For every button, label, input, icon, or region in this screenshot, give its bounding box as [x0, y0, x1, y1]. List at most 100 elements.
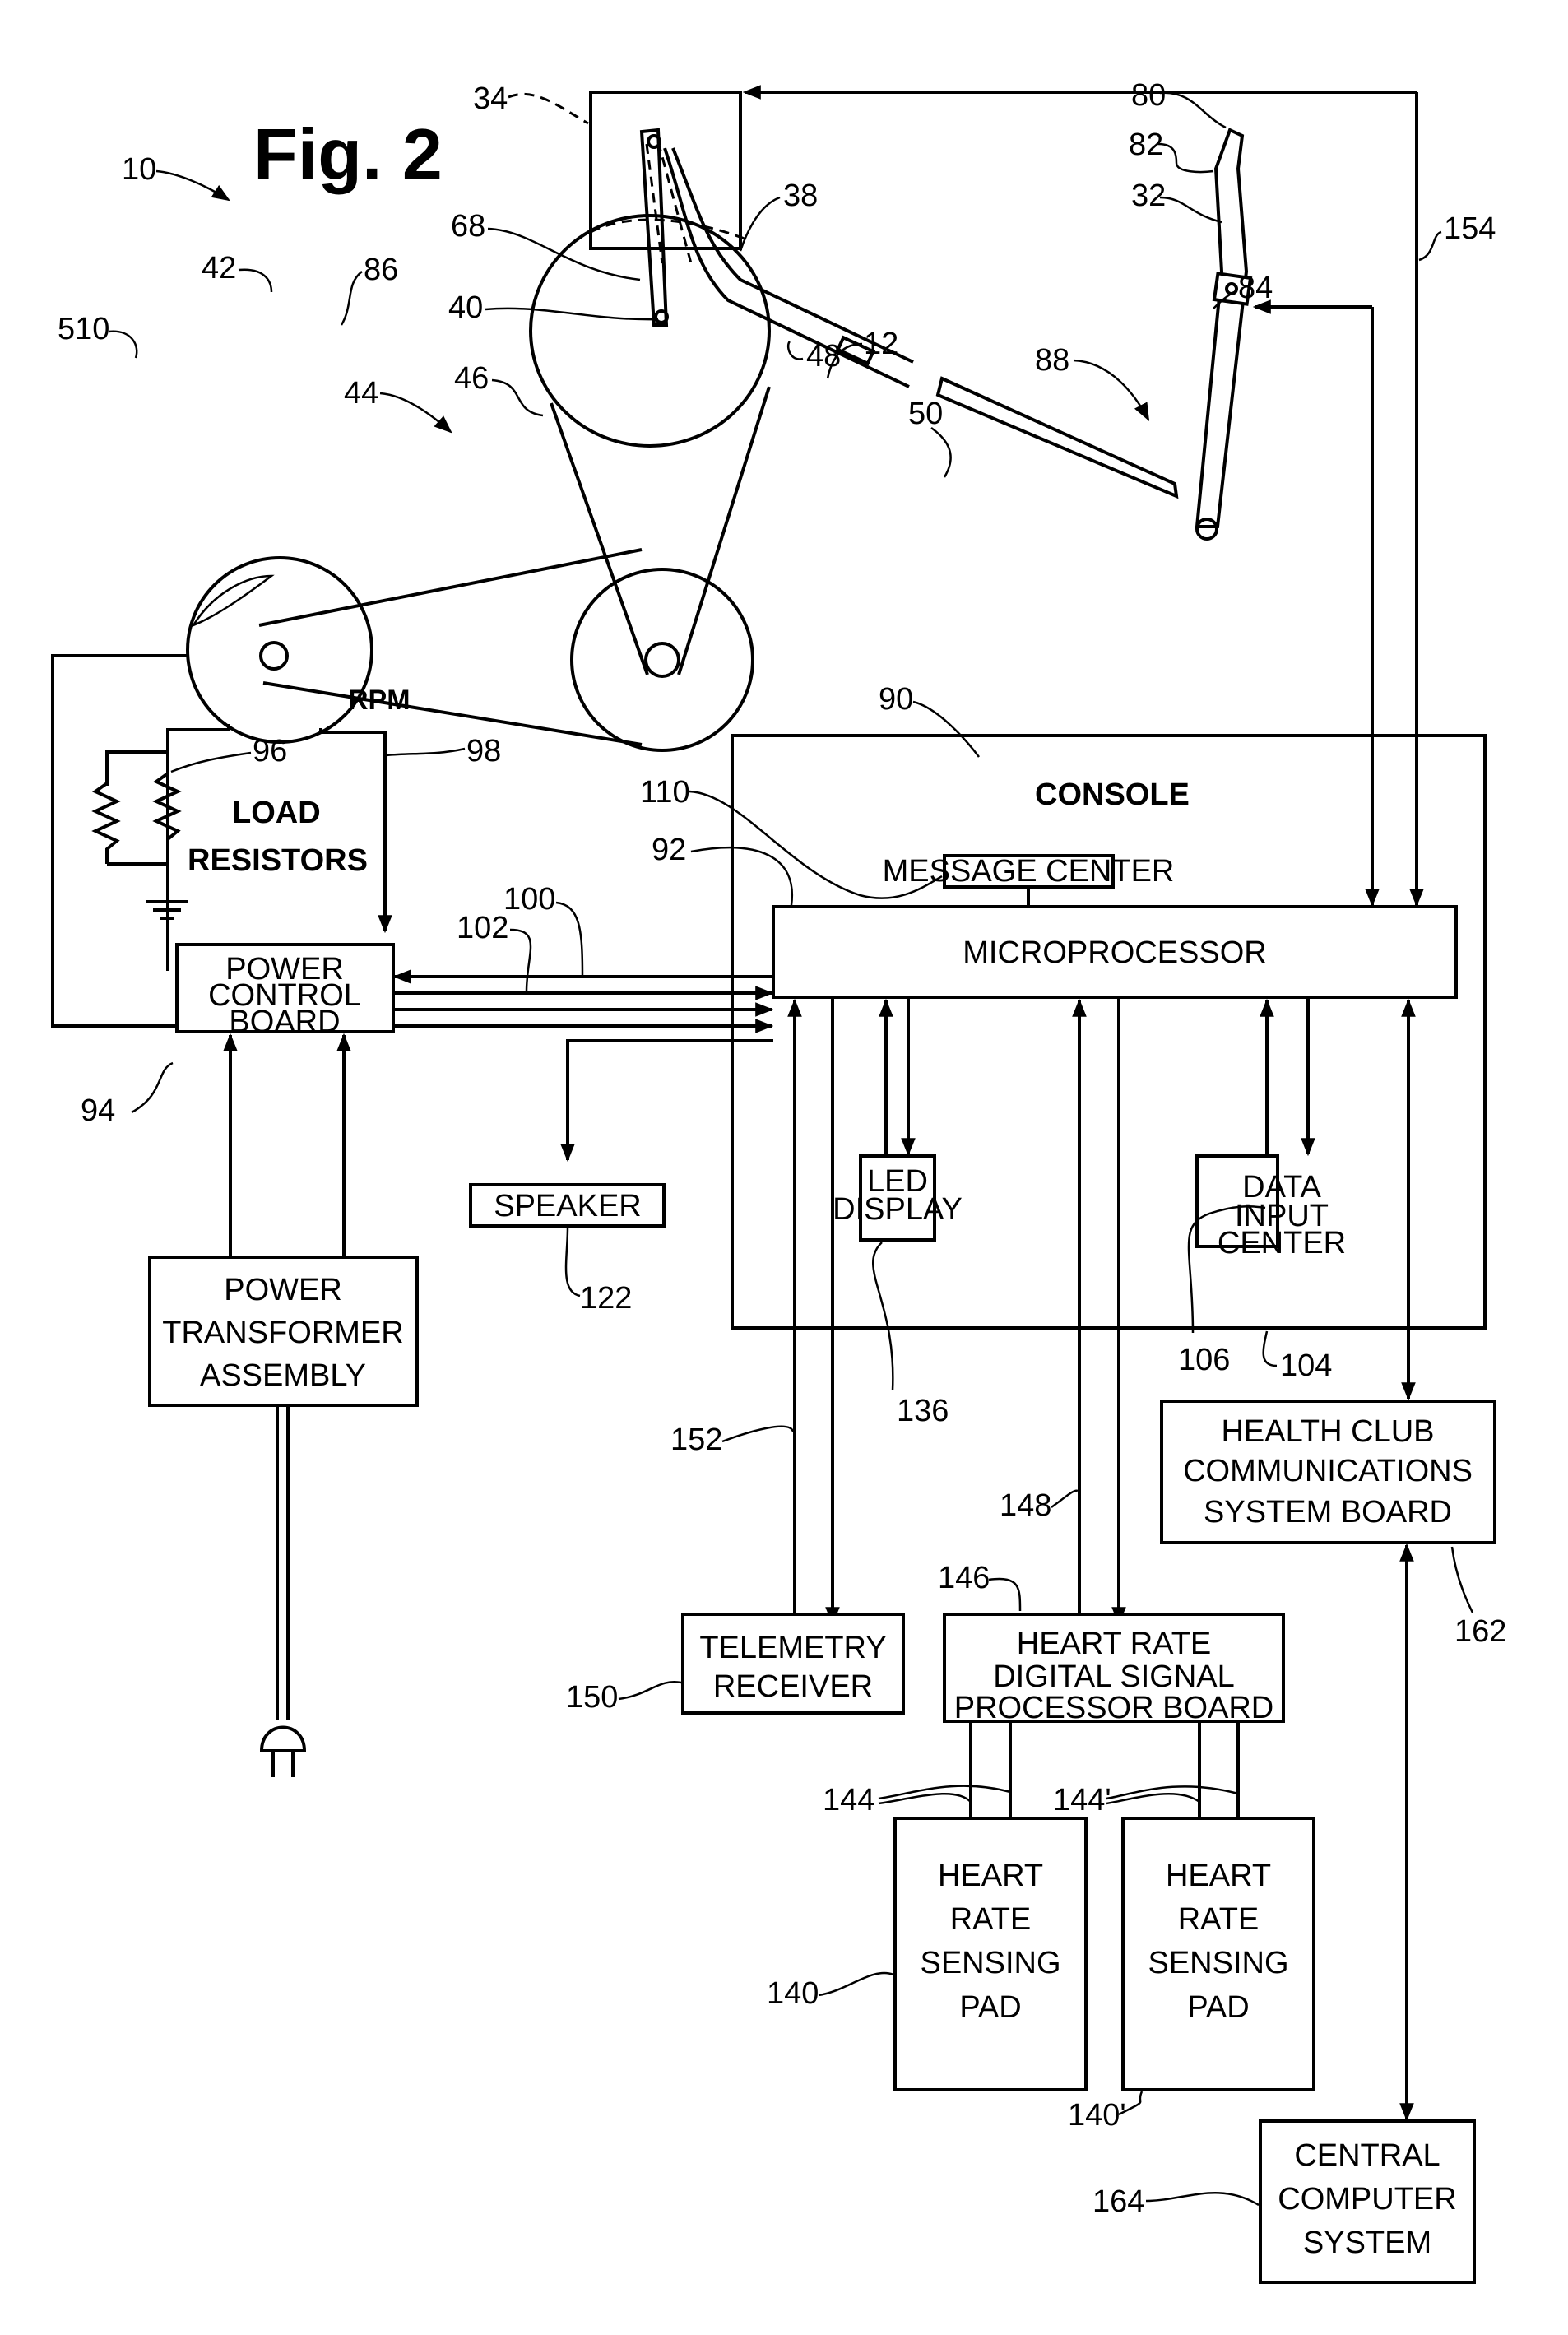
resistor-frame: [105, 750, 168, 866]
hc-label-2: COMMUNICATIONS: [1183, 1454, 1473, 1488]
ref-150: 150: [566, 1680, 618, 1715]
load-label-1: LOAD: [232, 796, 321, 830]
ref-44: 44: [344, 376, 378, 411]
ref-144-prime: 144': [1053, 1783, 1111, 1817]
ref-94: 94: [81, 1093, 115, 1128]
generator-belt: [258, 548, 643, 746]
tr-label-1: TELEMETRY: [699, 1631, 886, 1665]
pad1-label-2: RATE: [950, 1902, 1032, 1937]
leader-104: [1262, 1330, 1278, 1367]
figure-title: Fig. 2: [253, 114, 443, 195]
leader-144: [878, 1785, 1011, 1805]
ref-106: 106: [1178, 1343, 1230, 1377]
ref-510: 510: [58, 312, 109, 346]
ref-100: 100: [503, 882, 555, 917]
generator-cutaway: [190, 574, 275, 628]
plug-prongs: [271, 1751, 295, 1777]
pta-label-3: ASSEMBLY: [200, 1358, 366, 1393]
ref-164: 164: [1092, 2184, 1144, 2219]
pad2-label-2: RATE: [1178, 1902, 1260, 1937]
leader-80: [1159, 91, 1227, 129]
ref-102: 102: [457, 911, 508, 945]
ref-140-prime: 140': [1068, 2098, 1126, 2133]
ref-146: 146: [938, 1561, 990, 1595]
leader-42: [238, 268, 273, 293]
ref-34: 34: [473, 81, 508, 116]
ref-12: 12: [864, 327, 898, 361]
leader-46: [491, 378, 544, 417]
hrdsp-label-1: HEART RATE: [1017, 1627, 1212, 1661]
link-arm-50: [935, 376, 1179, 499]
leader-96: [170, 751, 252, 773]
power-cord: [276, 1407, 290, 1720]
ref-10-arrow: [155, 169, 230, 202]
ref-84: 84: [1238, 271, 1273, 305]
ref-104: 104: [1280, 1349, 1332, 1383]
ref-136: 136: [897, 1394, 949, 1428]
leader-32: [1159, 196, 1222, 224]
leader-164: [1145, 2191, 1260, 2207]
leader-82: [1157, 142, 1214, 174]
wires-144: [969, 1721, 1012, 1818]
ref-140: 140: [767, 1976, 819, 2011]
leader-92: [690, 846, 794, 906]
rpm-label: RPM: [348, 685, 411, 716]
message-center-label: MESSAGE CENTER: [883, 854, 1175, 889]
leader-48: [786, 341, 804, 360]
plug-icon: [259, 1725, 307, 1752]
ccs-label-3: SYSTEM: [1303, 2226, 1431, 2260]
ref-50: 50: [908, 397, 943, 431]
leader-86: [340, 271, 363, 326]
pad1-label-3: SENSING: [920, 1946, 1060, 1980]
tr-label-2: RECEIVER: [713, 1669, 873, 1704]
leader-100: [555, 901, 584, 977]
ref-34-leader: [508, 92, 589, 125]
patent-figure: Fig. 2 10 34 68 40 38 46 44 12 50 80 82 …: [51, 78, 1506, 2284]
leader-146: [988, 1577, 1022, 1612]
hc-label-3: SYSTEM BOARD: [1204, 1495, 1452, 1530]
lower-pulley-hub: [644, 642, 680, 678]
ref-90: 90: [879, 682, 913, 717]
load-label-2: RESISTORS: [188, 843, 368, 878]
ref-110: 110: [640, 775, 690, 810]
leader-102: [509, 928, 532, 992]
ref-86: 86: [364, 253, 398, 287]
leader-154: [1418, 230, 1442, 262]
ref-10: 10: [122, 152, 156, 187]
pta-label-2: TRANSFORMER: [162, 1316, 403, 1350]
ref-46: 46: [454, 361, 489, 396]
pta-label-1: POWER: [224, 1273, 342, 1307]
ref-88: 88: [1035, 343, 1069, 378]
generator-86: [186, 556, 373, 744]
leader-150: [618, 1680, 682, 1701]
hrdsp-label-2: DIGITAL SIGNAL: [993, 1660, 1235, 1694]
speaker-line: [560, 1039, 773, 1163]
hrdsp-label-3: PROCESSOR BOARD: [954, 1691, 1274, 1725]
lower-pulley-48: [570, 568, 754, 752]
leader-136: [872, 1242, 894, 1391]
ref-152: 152: [670, 1423, 722, 1457]
leader-98: [386, 747, 466, 757]
pad2-label-3: SENSING: [1148, 1946, 1288, 1980]
ref-42: 42: [202, 251, 236, 285]
leader-144-prime: [1106, 1785, 1239, 1805]
leader-152: [721, 1425, 795, 1443]
ref-40: 40: [448, 290, 483, 325]
pivot-84: [1195, 518, 1218, 541]
ref-96: 96: [253, 734, 287, 768]
ccs-label-1: CENTRAL: [1294, 2138, 1440, 2173]
leader-148: [1051, 1489, 1079, 1509]
ref-154: 154: [1444, 211, 1496, 246]
belt-46: [550, 386, 771, 675]
ref-68: 68: [451, 209, 485, 244]
led-label-2: DISPLAY: [833, 1192, 963, 1227]
leader-140: [818, 1971, 894, 1997]
pad1-label-4: PAD: [959, 1990, 1021, 2025]
leader-90: [912, 700, 980, 758]
pcb-label-3: BOARD: [229, 1005, 340, 1039]
ref-92: 92: [652, 833, 686, 867]
leader-94: [131, 1061, 174, 1114]
leader-50: [930, 426, 952, 478]
handlebar-32: [1195, 128, 1249, 528]
leader-510: [108, 330, 138, 359]
